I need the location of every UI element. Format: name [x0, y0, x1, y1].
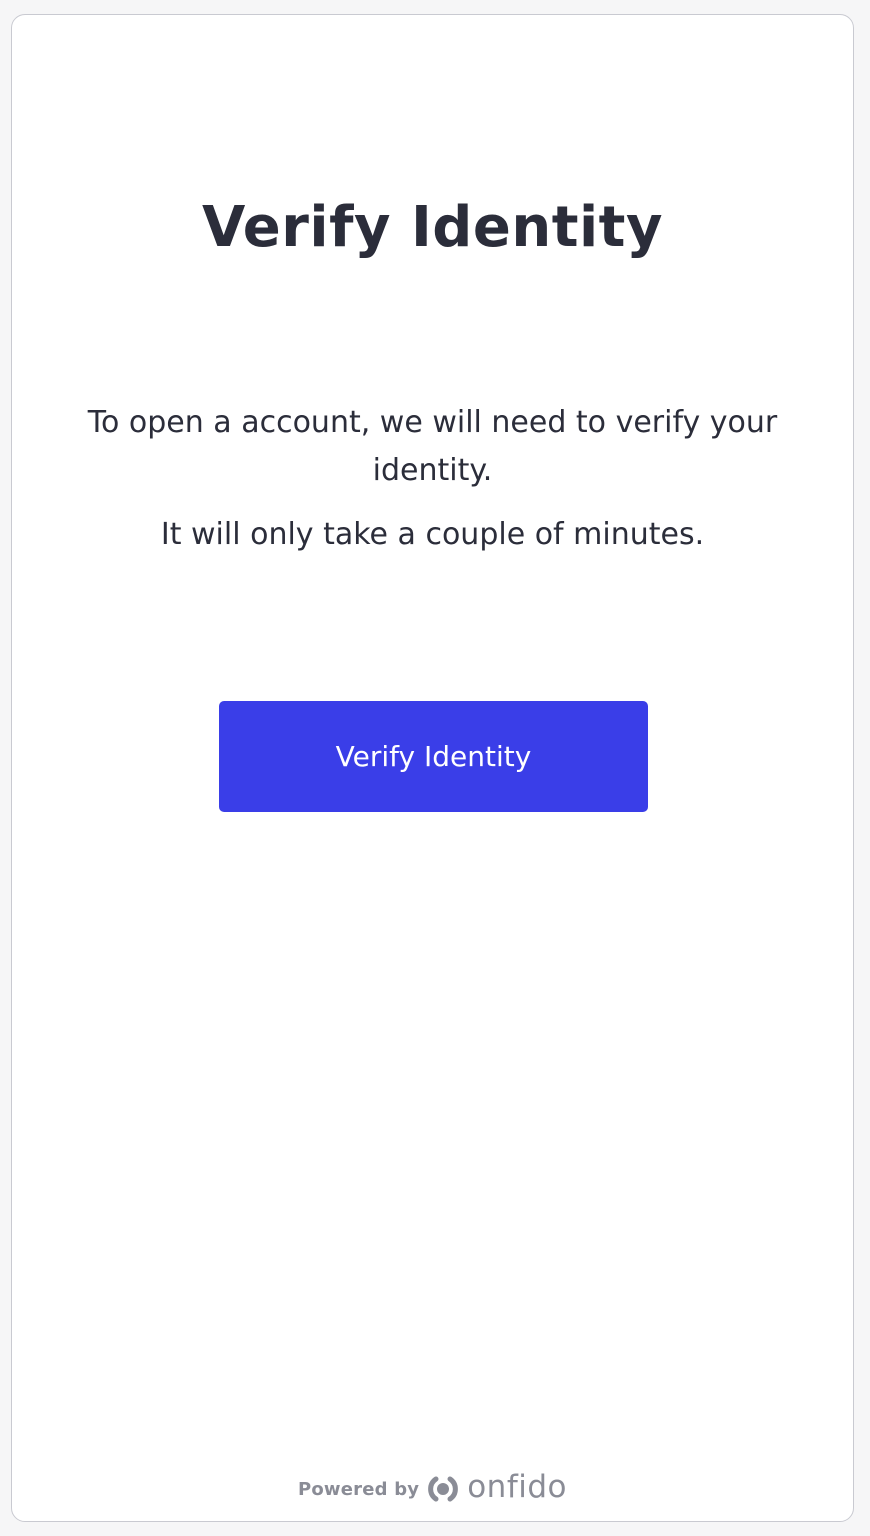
powered-by-footer: Powered by onfido: [12, 1469, 853, 1509]
description-line-2: It will only take a couple of minutes.: [160, 517, 705, 552]
description-line-1: To open a account, we will need to verif…: [87, 405, 778, 488]
verification-card: Verify Identity To open a account, we wi…: [11, 14, 854, 1522]
description: To open a account, we will need to verif…: [82, 399, 783, 559]
powered-by-label: Powered by: [297, 1478, 420, 1500]
verify-identity-button[interactable]: Verify Identity: [219, 701, 648, 812]
page-title: Verify Identity: [202, 195, 663, 260]
onfido-logo-icon: [427, 1473, 459, 1505]
onfido-brand-text: onfido: [467, 1469, 568, 1505]
